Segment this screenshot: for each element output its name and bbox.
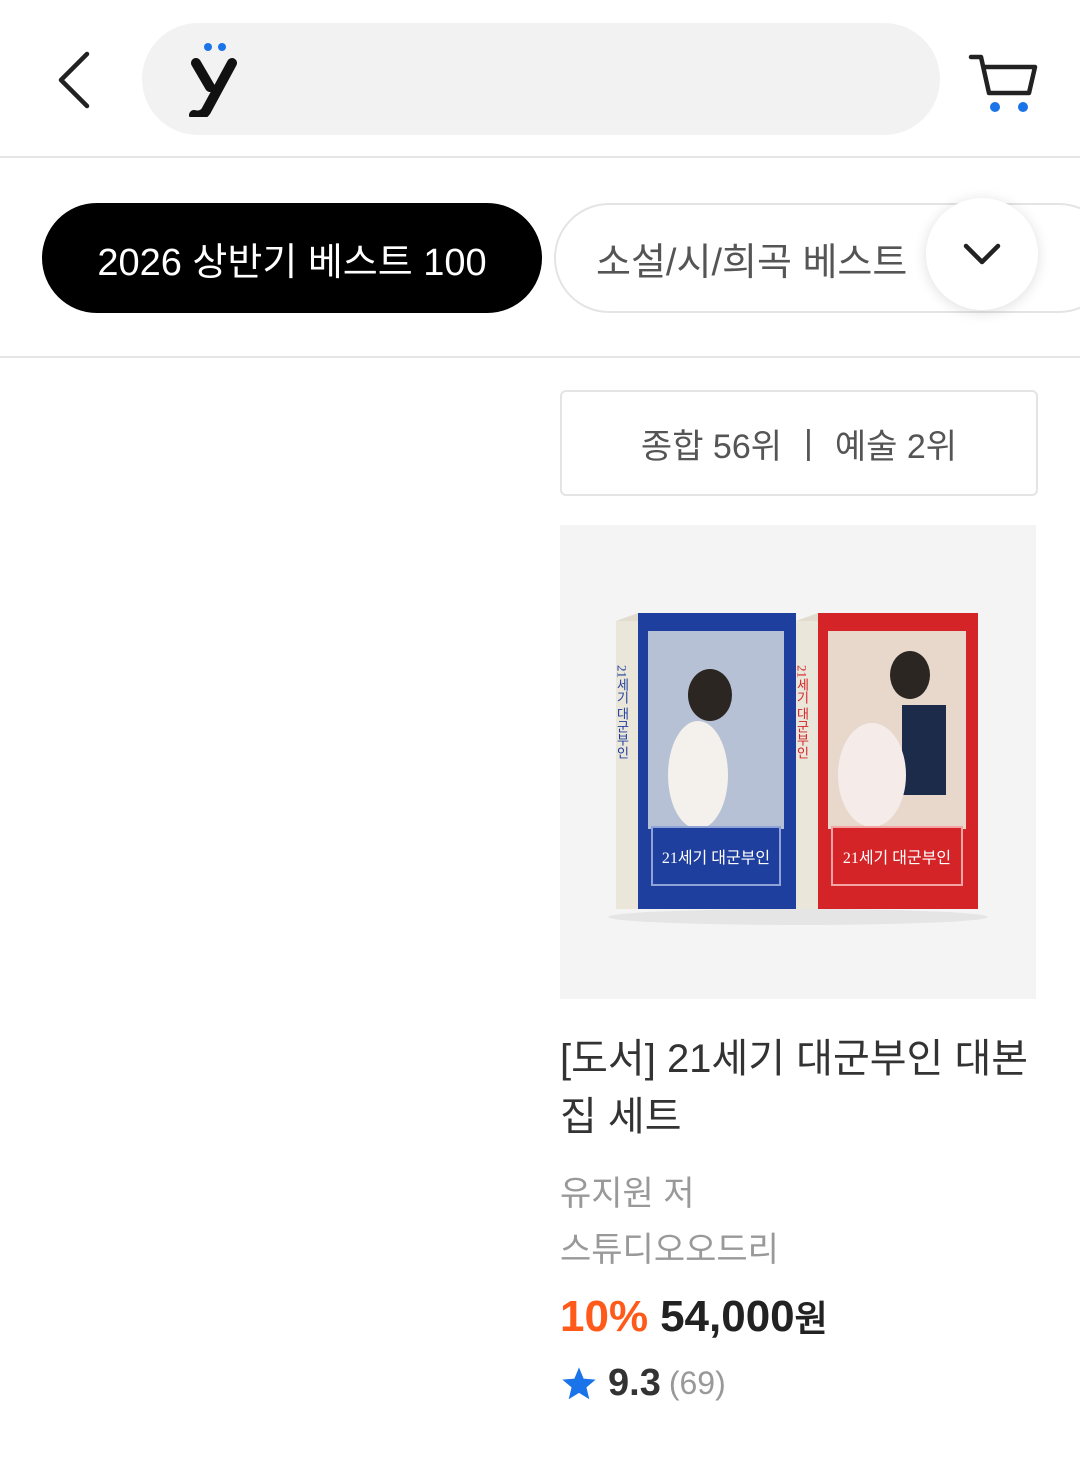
star-icon <box>562 1366 596 1399</box>
book-set-illustration: 21세기 대군부인 21세기 대군부인 21세기 대군부인 21세기 대군부인 <box>608 613 988 925</box>
chevron-left-icon <box>58 51 90 109</box>
product-author: 유지원 저 <box>560 1175 695 1213</box>
product-publisher: 스튜디오오드리 <box>560 1231 779 1269</box>
rank-separator: | <box>804 423 813 462</box>
cart-button[interactable] <box>962 42 1044 124</box>
sale-price: 54,000 <box>660 1292 795 1341</box>
expand-tabs-button[interactable] <box>926 198 1038 310</box>
category-tabs: 2026 상반기 베스트 100 소설/시/희곡 베스트 <box>0 160 1080 358</box>
tab-2026-best-100[interactable]: 2026 상반기 베스트 100 <box>42 203 542 313</box>
top-bar <box>0 0 1080 158</box>
cart-icon <box>968 54 1038 112</box>
rank-badge: 종합 56위 | 예술 2위 <box>560 390 1038 496</box>
rank-overall: 종합 56위 <box>640 427 783 466</box>
currency-label: 원 <box>794 1298 828 1339</box>
tab-label: 2026 상반기 베스트 100 <box>97 241 487 284</box>
left-book-spine-title: 21세기 대군부인 <box>615 665 630 760</box>
right-book-spine-title: 21세기 대군부인 <box>795 665 810 760</box>
price-row: 10% 54,000 원 <box>560 1290 828 1342</box>
rating-row: 9.3 (69) <box>560 1362 726 1405</box>
left-book-cover-title: 21세기 대군부인 <box>662 849 770 867</box>
discount-rate: 10% <box>560 1292 649 1341</box>
product-title[interactable]: [도서] 21세기 대군부인 대본집 세트 <box>560 1030 1040 1146</box>
search-input[interactable] <box>142 23 940 135</box>
back-button[interactable] <box>40 40 110 120</box>
chevron-down-icon <box>963 243 1001 265</box>
y-umlaut-logo <box>189 43 237 117</box>
rating-score: 9.3 <box>608 1362 661 1404</box>
right-book-cover-title: 21세기 대군부인 <box>843 849 951 867</box>
review-count: (69) <box>668 1365 726 1401</box>
product-image[interactable]: 21세기 대군부인 21세기 대군부인 21세기 대군부인 21세기 대군부인 <box>560 525 1036 999</box>
rank-category: 예술 2위 <box>834 427 958 466</box>
tab-label: 소설/시/희곡 베스트 <box>596 241 908 284</box>
